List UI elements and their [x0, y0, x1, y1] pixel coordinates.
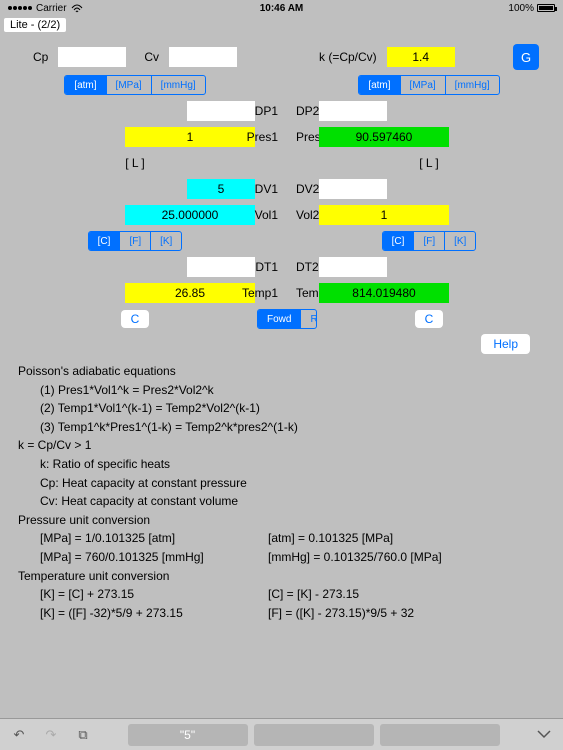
- mpa2-button[interactable]: [MPa]: [401, 76, 446, 94]
- dv2-label: DV2: [296, 182, 319, 196]
- t1b: [C] = [K] - 273.15: [268, 585, 359, 604]
- dp2-input[interactable]: [319, 101, 387, 121]
- keyboard-pad-1: [254, 724, 374, 746]
- dv1-label: DV1: [255, 182, 278, 196]
- eq3: (3) Temp1^k*Pres1^(1-k) = Temp2^k*pres2^…: [18, 418, 545, 437]
- notes-h4: Temperature unit conversion: [18, 567, 545, 586]
- cp-label: Cp: [33, 50, 48, 64]
- keyboard-pad-2: [380, 724, 500, 746]
- cv-label: Cv: [144, 50, 159, 64]
- vol2-value[interactable]: 1: [319, 205, 449, 225]
- t2a: [K] = ([F] -32)*5/9 + 273.15: [18, 604, 268, 623]
- dv1-input[interactable]: 5: [187, 179, 255, 199]
- eq1: (1) Pres1*Vol1^k = Pres2*Vol2^k: [18, 381, 545, 400]
- dt1-input[interactable]: [187, 257, 255, 277]
- wifi-icon: [71, 4, 83, 13]
- temp1-label: Temp1: [242, 286, 278, 300]
- dt2-label: DT2: [296, 260, 319, 274]
- bottom-toolbar: ↶ ↷ ⧉ "5": [0, 718, 563, 750]
- c2-button[interactable]: [C]: [383, 232, 415, 250]
- notes-h1: Poisson's adiabatic equations: [18, 362, 545, 381]
- vol-unit-2: [ L ]: [419, 156, 439, 170]
- temp-units-1[interactable]: [C] [F] [K]: [88, 231, 183, 251]
- mmhg-button[interactable]: [mmHg]: [152, 76, 205, 94]
- k-desc: k: Ratio of specific heats: [18, 455, 545, 474]
- carrier-text: Carrier: [36, 3, 67, 14]
- cv-input[interactable]: [169, 47, 237, 67]
- p1b: [atm] = 0.101325 [MPa]: [268, 529, 393, 548]
- dp1-input[interactable]: [187, 101, 255, 121]
- pres2-value: 90.597460: [319, 127, 449, 147]
- mmhg2-button[interactable]: [mmHg]: [446, 76, 499, 94]
- cv-desc: Cv: Heat capacity at constant volume: [18, 492, 545, 511]
- pres1-label: Pres1: [247, 130, 278, 144]
- copy-icon[interactable]: ⧉: [70, 724, 96, 746]
- status-bar: Carrier 10:46 AM 100%: [0, 0, 563, 16]
- dismiss-keyboard-icon[interactable]: [531, 724, 557, 746]
- pressure-units-1[interactable]: [atm] [MPa] [mmHg]: [64, 75, 205, 95]
- f1-button[interactable]: [F]: [120, 232, 151, 250]
- g-button[interactable]: G: [513, 44, 539, 70]
- dt2-input[interactable]: [319, 257, 387, 277]
- f2-button[interactable]: [F]: [414, 232, 445, 250]
- notes-h2: k = Cp/Cv > 1: [18, 436, 545, 455]
- pressure-units-2[interactable]: [atm] [MPa] [mmHg]: [358, 75, 499, 95]
- dp1-label: DP1: [255, 104, 278, 118]
- lite-indicator: Lite - (2/2): [4, 18, 66, 32]
- t1a: [K] = [C] + 273.15: [18, 585, 268, 604]
- notes-h3: Pressure unit conversion: [18, 511, 545, 530]
- help-button[interactable]: Help: [481, 334, 530, 354]
- dp2-label: DP2: [296, 104, 319, 118]
- mpa-button[interactable]: [MPa]: [107, 76, 152, 94]
- c1-button[interactable]: [C]: [89, 232, 121, 250]
- t2b: [F] = ([K] - 273.15)*9/5 + 32: [268, 604, 414, 623]
- dv2-input[interactable]: [319, 179, 387, 199]
- k-value[interactable]: 1.4: [387, 47, 455, 67]
- vol2-label: Vol2: [296, 208, 319, 222]
- battery-text: 100%: [508, 3, 534, 14]
- notes-section: Poisson's adiabatic equations (1) Pres1*…: [0, 356, 563, 628]
- k1-button[interactable]: [K]: [151, 232, 181, 250]
- cp-desc: Cp: Heat capacity at constant pressure: [18, 474, 545, 493]
- c-button-right[interactable]: C: [415, 310, 444, 328]
- vol-unit-1: [ L ]: [125, 156, 145, 170]
- revs-button[interactable]: Revs: [301, 310, 317, 328]
- temp1-value[interactable]: 26.85: [125, 283, 255, 303]
- keyboard-field[interactable]: "5": [128, 724, 248, 746]
- vol1-label: Vol1: [255, 208, 278, 222]
- k-label: k (=Cp/Cv): [319, 50, 377, 64]
- eq2: (2) Temp1*Vol1^(k-1) = Temp2*Vol2^(k-1): [18, 399, 545, 418]
- atm-button[interactable]: [atm]: [65, 76, 106, 94]
- temp2-value: 814.019480: [319, 283, 449, 303]
- redo-icon[interactable]: ↷: [38, 724, 64, 746]
- c-button-left[interactable]: C: [121, 310, 150, 328]
- cp-input[interactable]: [58, 47, 126, 67]
- fowd-button[interactable]: Fowd: [258, 310, 301, 328]
- temp-units-2[interactable]: [C] [F] [K]: [382, 231, 477, 251]
- undo-icon[interactable]: ↶: [6, 724, 32, 746]
- pres1-value[interactable]: 1: [125, 127, 255, 147]
- atm2-button[interactable]: [atm]: [359, 76, 400, 94]
- battery-icon: [537, 4, 555, 12]
- k2-button[interactable]: [K]: [445, 232, 475, 250]
- vol1-value[interactable]: 25.000000: [125, 205, 255, 225]
- dt1-label: DT1: [255, 260, 278, 274]
- p2b: [mmHg] = 0.101325/760.0 [MPa]: [268, 548, 442, 567]
- clock: 10:46 AM: [190, 3, 372, 14]
- p2a: [MPa] = 760/0.101325 [mmHg]: [18, 548, 268, 567]
- p1a: [MPa] = 1/0.101325 [atm]: [18, 529, 268, 548]
- direction-seg[interactable]: Fowd Revs: [257, 309, 317, 329]
